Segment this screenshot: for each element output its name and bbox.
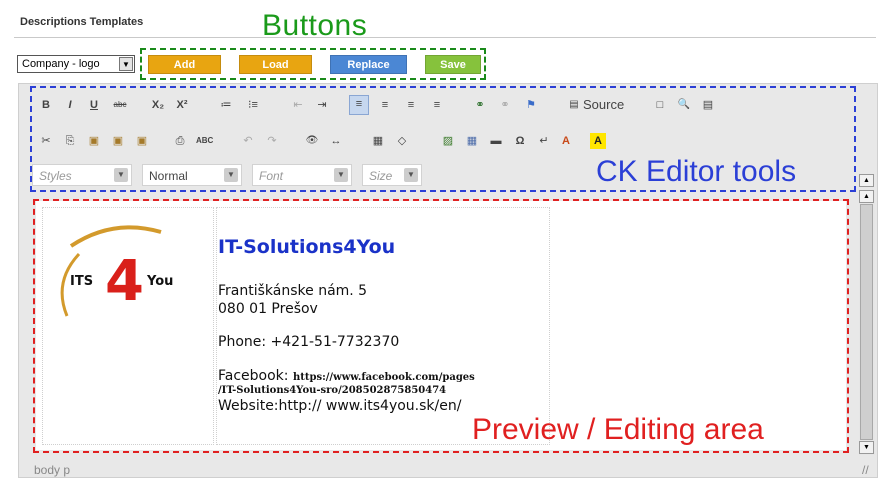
scrollbar-thumb[interactable] bbox=[860, 204, 873, 440]
scroll-down-button[interactable]: ▼ bbox=[859, 441, 874, 454]
page-title: Descriptions Templates bbox=[20, 16, 144, 28]
replace-button[interactable]: Replace bbox=[330, 55, 407, 74]
buttons-annotation: Buttons bbox=[262, 9, 368, 42]
preview-annotation: Preview / Editing area bbox=[472, 413, 764, 446]
title-divider bbox=[14, 37, 876, 38]
scroll-up-button[interactable]: ▲ bbox=[859, 190, 874, 203]
chevron-down-icon[interactable]: ▼ bbox=[119, 57, 133, 71]
template-select-value: Company - logo bbox=[22, 58, 100, 70]
resize-handle-icon[interactable]: // bbox=[862, 463, 869, 477]
tools-annotation: CK Editor tools bbox=[596, 155, 797, 188]
template-select[interactable]: Company - logo ▼ bbox=[17, 55, 135, 73]
save-button[interactable]: Save bbox=[425, 55, 481, 74]
add-button[interactable]: Add bbox=[148, 55, 221, 74]
element-path: body p bbox=[34, 463, 71, 477]
scroll-up-arrow-icon[interactable]: ▲ bbox=[859, 174, 874, 187]
load-button[interactable]: Load bbox=[239, 55, 312, 74]
